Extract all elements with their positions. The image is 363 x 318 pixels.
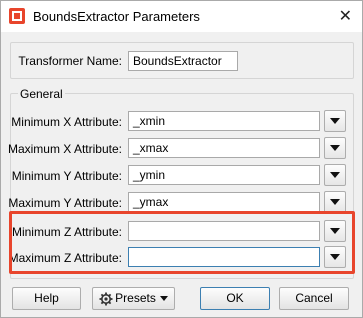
ok-button-label: OK <box>226 291 244 305</box>
max-z-label: Maximum Z Attribute: <box>8 251 122 265</box>
close-icon[interactable]: ✕ <box>339 6 352 25</box>
chevron-down-icon <box>330 199 340 205</box>
transformer-name-label: Transformer Name: <box>18 54 122 68</box>
max-y-label: Maximum Y Attribute: <box>8 196 122 210</box>
max-y-field[interactable]: _ymax <box>128 192 320 212</box>
max-z-dropdown-button[interactable] <box>324 246 346 268</box>
help-button-label: Help <box>34 291 59 305</box>
min-x-field[interactable]: _xmin <box>128 111 320 131</box>
min-z-dropdown-button[interactable] <box>324 220 346 242</box>
max-z-field[interactable] <box>128 247 320 267</box>
presets-button[interactable]: Presets <box>92 287 175 310</box>
min-y-dropdown-button[interactable] <box>324 164 346 186</box>
cancel-button[interactable]: Cancel <box>279 287 349 310</box>
chevron-down-icon <box>330 118 340 124</box>
transformer-name-field[interactable]: BoundsExtractor <box>128 51 238 71</box>
dialog-window: BoundsExtractor Parameters ✕ Transformer… <box>0 0 363 318</box>
help-button[interactable]: Help <box>12 287 81 310</box>
min-y-field[interactable]: _ymin <box>128 165 320 185</box>
min-y-label: Minimum Y Attribute: <box>11 169 122 183</box>
chevron-down-icon <box>330 228 340 234</box>
cancel-button-label: Cancel <box>295 291 333 305</box>
max-y-dropdown-button[interactable] <box>324 191 346 213</box>
chevron-down-icon <box>330 254 340 260</box>
min-z-label: Minimum Z Attribute: <box>11 225 122 239</box>
chevron-down-icon <box>330 145 340 151</box>
chevron-down-icon <box>330 172 340 178</box>
ok-button[interactable]: OK <box>200 287 270 310</box>
min-x-label: Minimum X Attribute: <box>11 115 122 129</box>
presets-button-label: Presets <box>115 291 156 305</box>
fme-transformer-icon <box>9 8 25 24</box>
min-x-dropdown-button[interactable] <box>324 110 346 132</box>
max-x-field[interactable]: _xmax <box>128 138 320 158</box>
max-x-dropdown-button[interactable] <box>324 137 346 159</box>
min-z-field[interactable] <box>128 221 320 241</box>
general-group-label: General <box>18 87 65 101</box>
title-bar: BoundsExtractor Parameters ✕ <box>1 1 362 32</box>
window-title: BoundsExtractor Parameters <box>33 9 200 24</box>
max-x-label: Maximum X Attribute: <box>7 142 122 156</box>
chevron-down-icon <box>159 296 168 302</box>
gear-icon <box>99 292 113 306</box>
